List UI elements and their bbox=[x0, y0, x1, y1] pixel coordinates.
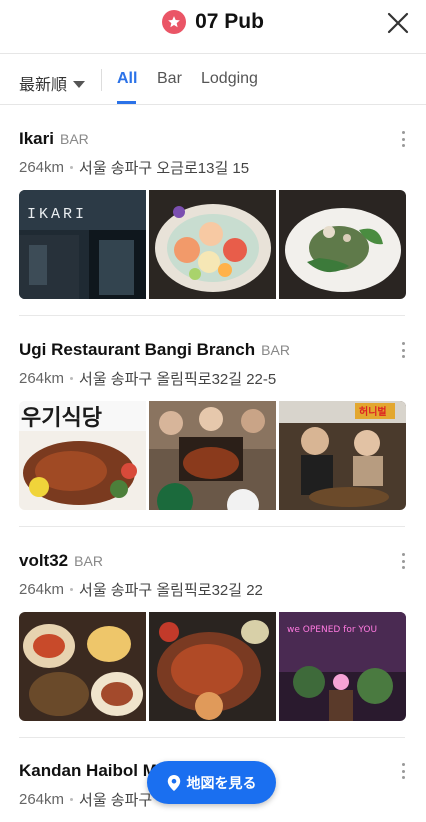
place-category: BAR bbox=[59, 131, 89, 147]
view-map-button[interactable]: 地図を見る bbox=[147, 761, 276, 804]
separator-dot bbox=[70, 588, 74, 591]
place-category: BAR bbox=[74, 553, 103, 569]
place-name[interactable]: Ikari bbox=[19, 129, 54, 149]
photo-strip: 우기식당 허니벌 bbox=[19, 401, 406, 510]
place-meta: 264km 서울 송파구 오금로13길 15 bbox=[19, 157, 249, 178]
tab-all[interactable]: All bbox=[117, 70, 137, 88]
photo-volt-dishes[interactable] bbox=[19, 612, 146, 721]
more-options-icon[interactable] bbox=[402, 131, 406, 147]
name-row: volt32 BAR bbox=[19, 551, 103, 571]
map-pin-icon bbox=[167, 774, 180, 791]
place-address: 서울 송파구 올림픽로32길 22 bbox=[79, 582, 263, 599]
separator-dot bbox=[70, 166, 74, 169]
place-meta: 264km 서울 송파구 올림픽로32길 22-5 bbox=[19, 368, 276, 389]
divider bbox=[101, 69, 102, 91]
divider bbox=[19, 315, 405, 316]
place-name[interactable]: Ugi Restaurant Bangi Branch bbox=[19, 340, 255, 360]
place-distance: 264km bbox=[19, 159, 65, 176]
active-tab-indicator bbox=[117, 101, 136, 104]
place-address: 서울 송파구 올림픽로32길 22-5 bbox=[79, 371, 277, 388]
page-title: 07 Pub bbox=[195, 10, 264, 33]
place-name[interactable]: volt32 bbox=[19, 551, 68, 571]
header: 07 Pub bbox=[0, 0, 426, 54]
place-meta: 264km 서울 송파구 올림픽로32길 22 bbox=[19, 579, 263, 600]
place-meta: 264km 서울 송파구 bbox=[19, 789, 152, 810]
place-category: BAR bbox=[261, 342, 290, 358]
photo-volt-platter[interactable] bbox=[149, 612, 276, 721]
view-map-label: 地図を見る bbox=[186, 774, 257, 791]
photo-volt-neon[interactable]: we OPENED for YOU bbox=[279, 612, 406, 721]
separator-dot bbox=[70, 798, 74, 801]
sort-label: 最新順 bbox=[19, 77, 68, 94]
place-distance: 264km bbox=[19, 370, 65, 387]
ikari-sign-text: IKARI bbox=[27, 206, 87, 223]
name-row: Ikari BAR bbox=[19, 129, 89, 149]
more-options-icon[interactable] bbox=[402, 763, 406, 779]
photo-ugi-platter[interactable]: 우기식당 bbox=[19, 401, 146, 510]
photo-storefront[interactable]: IKARI bbox=[19, 190, 146, 299]
title-wrap: 07 Pub bbox=[0, 10, 426, 34]
place-distance: 264km bbox=[19, 791, 65, 808]
photo-ugi-customers[interactable]: 허니벌 bbox=[279, 401, 406, 510]
place-address: 서울 송파구 오금로13길 15 bbox=[79, 160, 250, 177]
place-name[interactable]: Kandan Haibol M bbox=[19, 761, 157, 781]
photo-ugi-people[interactable] bbox=[149, 401, 276, 510]
place-address: 서울 송파구 bbox=[79, 792, 153, 809]
ugi-sign2-text: 허니벌 bbox=[359, 405, 387, 418]
photo-sashimi[interactable] bbox=[149, 190, 276, 299]
tab-bar[interactable]: Bar bbox=[157, 70, 182, 88]
name-row: Ugi Restaurant Bangi Branch BAR bbox=[19, 340, 290, 360]
divider bbox=[19, 737, 405, 738]
more-options-icon[interactable] bbox=[402, 553, 406, 569]
ugi-sign-text: 우기식당 bbox=[21, 406, 102, 431]
place-distance: 264km bbox=[19, 581, 65, 598]
photo-strip: IKARI bbox=[19, 190, 406, 299]
photo-strip: we OPENED for YOU bbox=[19, 612, 406, 721]
star-icon bbox=[162, 10, 187, 34]
divider bbox=[19, 526, 405, 527]
name-row: Kandan Haibol M bbox=[19, 761, 157, 781]
separator-dot bbox=[70, 377, 74, 380]
caret-down-icon bbox=[73, 80, 86, 88]
tab-lodging[interactable]: Lodging bbox=[201, 70, 258, 88]
filter-bar: 最新順 All Bar Lodging bbox=[0, 55, 426, 105]
sort-dropdown[interactable]: 最新順 bbox=[19, 71, 86, 95]
close-icon[interactable] bbox=[386, 11, 410, 35]
more-options-icon[interactable] bbox=[402, 342, 406, 358]
volt-neon-text: we OPENED for YOU bbox=[287, 625, 377, 635]
photo-pasta[interactable] bbox=[279, 190, 406, 299]
